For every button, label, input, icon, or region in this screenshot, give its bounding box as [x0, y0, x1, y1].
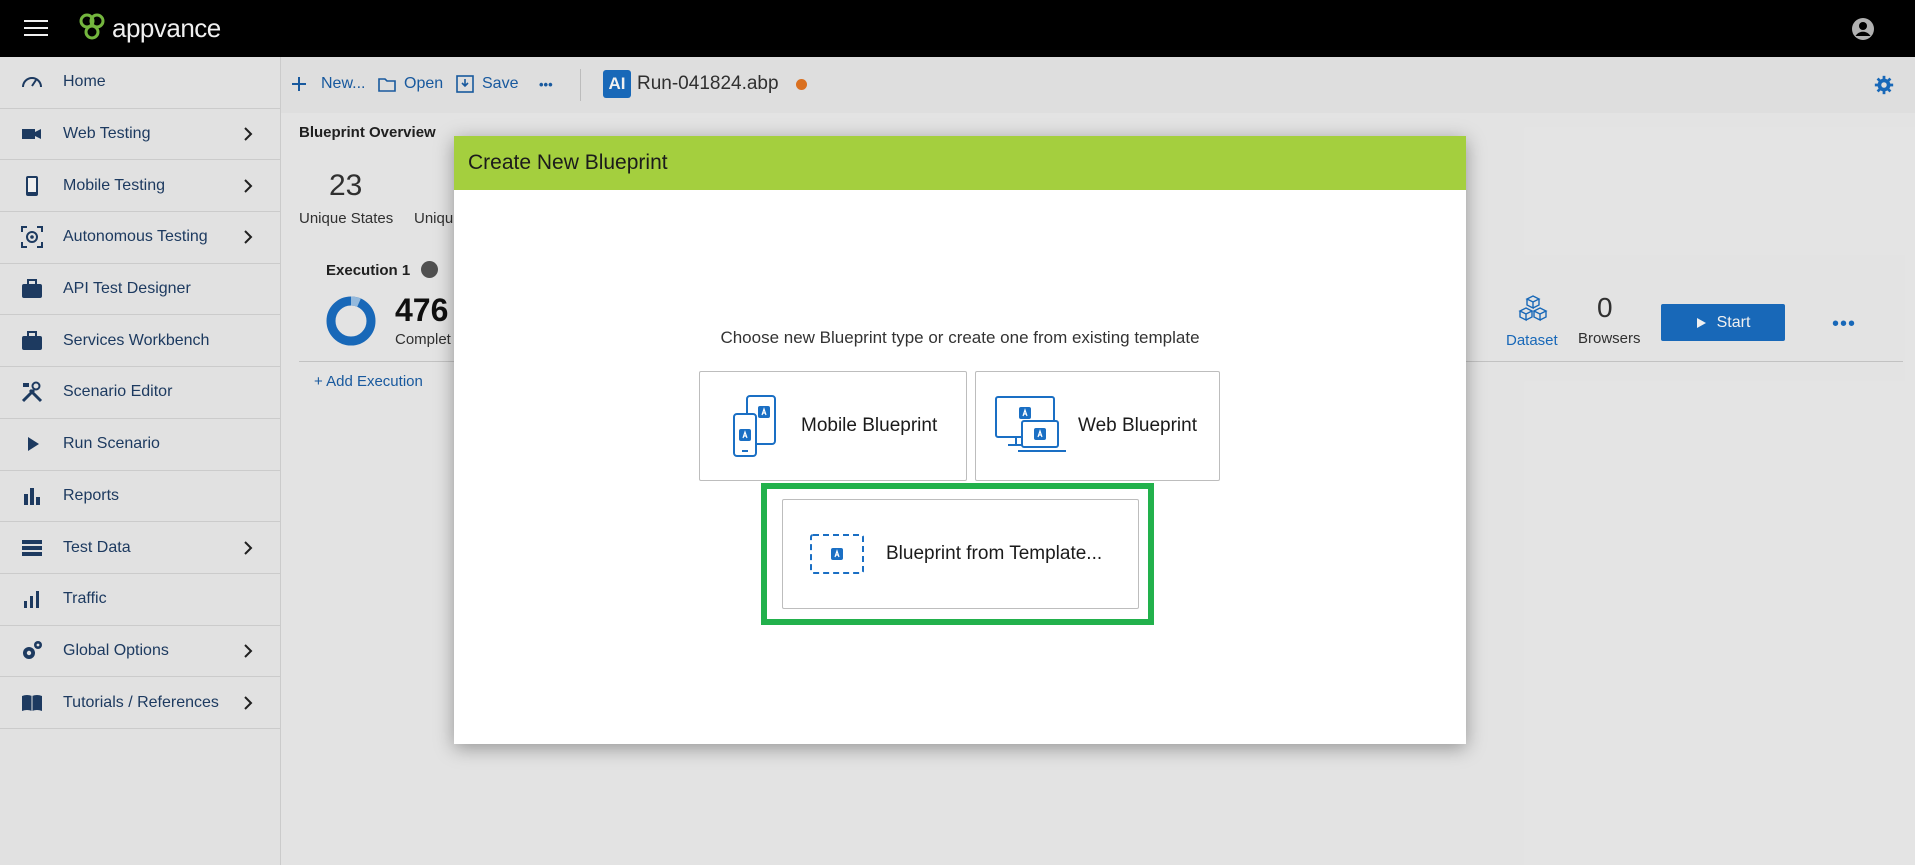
mobile-blueprint-label: Mobile Blueprint: [801, 415, 938, 436]
mobile-devices-icon: [733, 395, 776, 457]
web-blueprint-label: Web Blueprint: [1078, 415, 1197, 436]
mobile-blueprint-option[interactable]: Mobile Blueprint: [699, 371, 967, 481]
dialog-prompt: Choose new Blueprint type or create one …: [720, 328, 1200, 347]
dialog-title: Create New Blueprint: [454, 136, 1466, 190]
web-devices-icon: [995, 396, 1066, 452]
template-blueprint-label: Blueprint from Template...: [886, 543, 1103, 564]
create-blueprint-dialog: Create New Blueprint Choose new Blueprin…: [454, 136, 1466, 744]
web-blueprint-option[interactable]: Web Blueprint: [975, 371, 1220, 481]
template-dashed-icon: [810, 534, 864, 574]
blueprint-from-template-option[interactable]: Blueprint from Template...: [782, 499, 1139, 609]
